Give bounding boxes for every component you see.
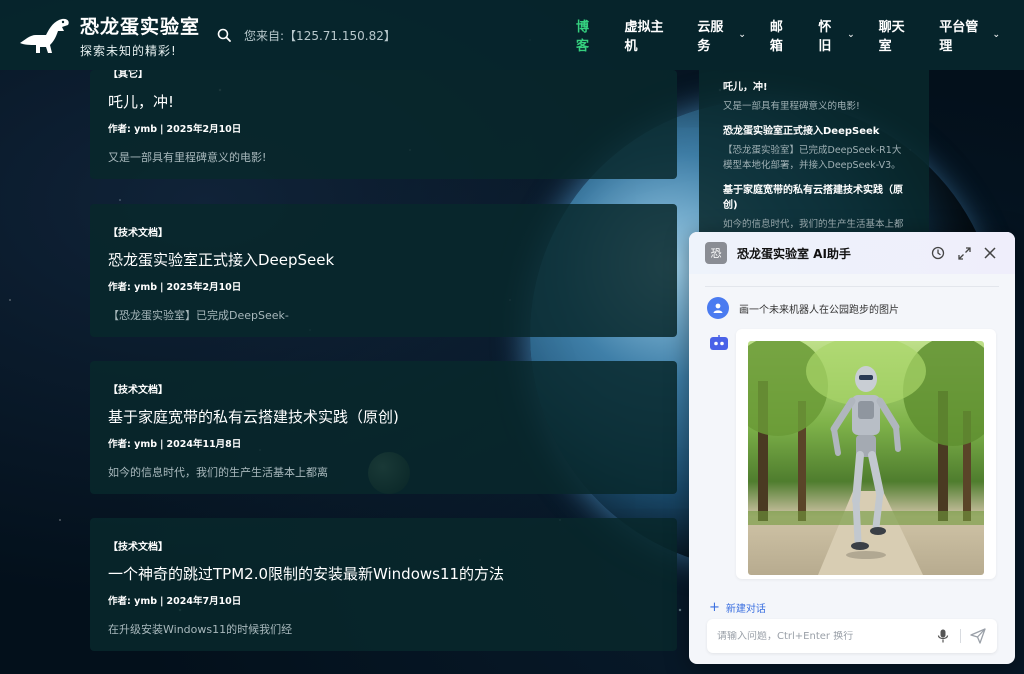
- sidebar-post-desc: 【恐龙蛋实验室】已完成DeepSeek-R1大模型本地化部署，并接入DeepSe…: [723, 145, 902, 171]
- post-meta: 作者: ymb | 2024年11月8日: [108, 436, 659, 450]
- divider: [705, 286, 999, 287]
- nav-item-virtual-host[interactable]: 虚拟主机: [624, 16, 673, 54]
- post-card: 【技术文档】 恐龙蛋实验室正式接入DeepSeek 作者: ymb | 2025年2…: [90, 204, 677, 337]
- post-date: 2025年2月10日: [166, 282, 242, 293]
- nav-label: 平台管理: [939, 20, 979, 54]
- post-category: 【技术文档】: [108, 385, 168, 396]
- nav-label: 云服务: [697, 20, 724, 54]
- expand-button[interactable]: [955, 244, 973, 262]
- meta-separator: |: [160, 439, 164, 450]
- search-icon: [217, 28, 231, 42]
- search-button[interactable]: [214, 25, 234, 45]
- sidebar-post-title[interactable]: 恐龙蛋实验室正式接入DeepSeek: [723, 122, 905, 137]
- logo-title: 恐龙蛋实验室: [80, 15, 201, 38]
- visitor-ip: 您来自:【125.71.150.82】: [244, 28, 396, 43]
- logo-subtitle: 探索未知的精彩!: [80, 43, 177, 58]
- sidebar-post-title[interactable]: 吒儿，冲!: [723, 78, 905, 93]
- nav-item-platform-admin[interactable]: 平台管理 ⌄: [939, 16, 1000, 54]
- post-category: 【其它】: [108, 70, 148, 78]
- post-meta: 作者: ymb | 2025年2月10日: [108, 279, 659, 293]
- close-icon: [984, 247, 996, 259]
- post-title[interactable]: 恐龙蛋实验室正式接入DeepSeek: [108, 249, 659, 270]
- generated-robot-image[interactable]: [748, 341, 984, 575]
- post-category: 【技术文档】: [108, 542, 168, 553]
- meta-separator: |: [160, 596, 164, 607]
- chevron-down-icon: ⌄: [847, 30, 855, 40]
- user-avatar: [707, 297, 729, 319]
- microphone-icon: [937, 629, 949, 643]
- post-date: 2024年11月8日: [166, 439, 242, 450]
- post-excerpt: 如今的信息时代，我们的生产生活基本上都离: [108, 466, 328, 479]
- input-divider: [960, 629, 961, 643]
- sidebar-post-desc: 如今的信息时代，我们的生产生活基本上都: [723, 219, 904, 230]
- sidebar-post-title[interactable]: 基于家庭宽带的私有云搭建技术实践（原创): [723, 181, 905, 211]
- post-meta: 作者: ymb | 2025年2月10日: [108, 121, 659, 135]
- nav-item-nostalgia[interactable]: 怀旧 ⌄: [818, 16, 854, 54]
- nav-label: 博客: [576, 20, 590, 54]
- meta-separator: |: [160, 282, 164, 293]
- microphone-button[interactable]: [934, 627, 952, 645]
- author-label: 作者:: [108, 124, 131, 135]
- bot-response-card: [736, 329, 996, 579]
- author-label: 作者:: [108, 439, 131, 450]
- close-button[interactable]: [981, 244, 999, 262]
- post-card: 【技术文档】 基于家庭宽带的私有云搭建技术实践（原创) 作者: ymb | 2024…: [90, 361, 677, 494]
- nav-label: 怀旧: [818, 20, 832, 54]
- nav-item-chatroom[interactable]: 聊天室: [879, 16, 916, 54]
- post-author[interactable]: ymb: [134, 124, 157, 135]
- new-chat-button[interactable]: + 新建对话: [709, 600, 766, 615]
- chevron-down-icon: ⌄: [992, 30, 1001, 40]
- post-date: 2024年7月10日: [166, 596, 242, 607]
- post-meta: 作者: ymb | 2024年7月10日: [108, 593, 659, 607]
- post-title[interactable]: 一个神奇的跳过TPM2.0限制的安装最新Windows11的方法: [108, 563, 659, 584]
- nav-label: 邮箱: [769, 20, 783, 54]
- site-logo[interactable]: 恐龙蛋实验室 探索未知的精彩!: [16, 12, 200, 59]
- post-card: 【其它】 吒儿，冲! 作者: ymb | 2025年2月10日 又是一部具有里程碑意…: [90, 70, 677, 179]
- recent-posts-sidebar: 吒儿，冲! 又是一部具有里程碑意义的电影! 恐龙蛋实验室正式接入DeepSeek…: [699, 70, 929, 240]
- post-excerpt: 【恐龙蛋实验室】已完成DeepSeek-: [108, 309, 289, 322]
- site-header: 恐龙蛋实验室 探索未知的精彩! 您来自:【125.71.150.82】 博客 虚…: [0, 0, 1024, 70]
- nav-item-mail[interactable]: 邮箱: [770, 16, 794, 54]
- post-excerpt: 在升级安装Windows11的时候我们经: [108, 623, 293, 636]
- chevron-down-icon: ⌄: [738, 30, 746, 40]
- send-button[interactable]: [969, 627, 987, 645]
- user-message: 画一个未来机器人在公园跑步的图片: [707, 297, 1015, 319]
- post-title[interactable]: 基于家庭宽带的私有云搭建技术实践（原创): [108, 406, 659, 427]
- post-card: 【技术文档】 一个神奇的跳过TPM2.0限制的安装最新Windows11的方法 …: [90, 518, 677, 651]
- bot-icon: [710, 335, 728, 350]
- ai-panel-title: 恐龙蛋实验室 AI助手: [737, 246, 851, 261]
- history-icon: [931, 246, 945, 260]
- post-author[interactable]: ymb: [134, 439, 157, 450]
- ai-assistant-panel: 恐 恐龙蛋实验室 AI助手 画一个未来机器人在公园跑步的图片 + 新建对话 请输…: [689, 232, 1015, 664]
- nav-label: 虚拟主机: [624, 20, 664, 54]
- dinosaur-logo-icon: [20, 18, 69, 53]
- user-message-text: 画一个未来机器人在公园跑步的图片: [739, 304, 899, 316]
- sidebar-post-desc: 又是一部具有里程碑意义的电影!: [723, 101, 860, 112]
- chat-input-box: [707, 619, 997, 653]
- robot-illustration: [748, 341, 984, 575]
- post-author[interactable]: ymb: [134, 596, 157, 607]
- ai-assistant-avatar: 恐: [705, 242, 727, 264]
- expand-icon: [957, 246, 971, 260]
- meta-separator: |: [160, 124, 164, 135]
- nav-item-cloud-services[interactable]: 云服务 ⌄: [697, 16, 745, 54]
- ai-panel-header: 恐 恐龙蛋实验室 AI助手: [689, 232, 1015, 274]
- new-chat-label: 新建对话: [725, 604, 766, 615]
- post-date: 2025年2月10日: [166, 124, 242, 135]
- post-title[interactable]: 吒儿，冲!: [108, 91, 659, 112]
- bot-message: [689, 329, 1015, 579]
- post-author[interactable]: ymb: [134, 282, 157, 293]
- user-icon: [713, 303, 723, 313]
- author-label: 作者:: [108, 282, 131, 293]
- author-label: 作者:: [108, 596, 131, 607]
- main-nav: 博客 虚拟主机 云服务 ⌄ 邮箱 怀旧 ⌄ 聊天室 平台管理 ⌄: [576, 0, 1024, 70]
- chat-input[interactable]: [717, 630, 934, 642]
- send-icon: [970, 628, 986, 644]
- nav-item-blog[interactable]: 博客: [576, 16, 600, 54]
- plus-icon: +: [709, 600, 720, 615]
- post-excerpt: 又是一部具有里程碑意义的电影!: [108, 151, 267, 164]
- nav-label: 聊天室: [878, 20, 905, 54]
- history-button[interactable]: [929, 244, 947, 262]
- post-category: 【技术文档】: [108, 228, 168, 239]
